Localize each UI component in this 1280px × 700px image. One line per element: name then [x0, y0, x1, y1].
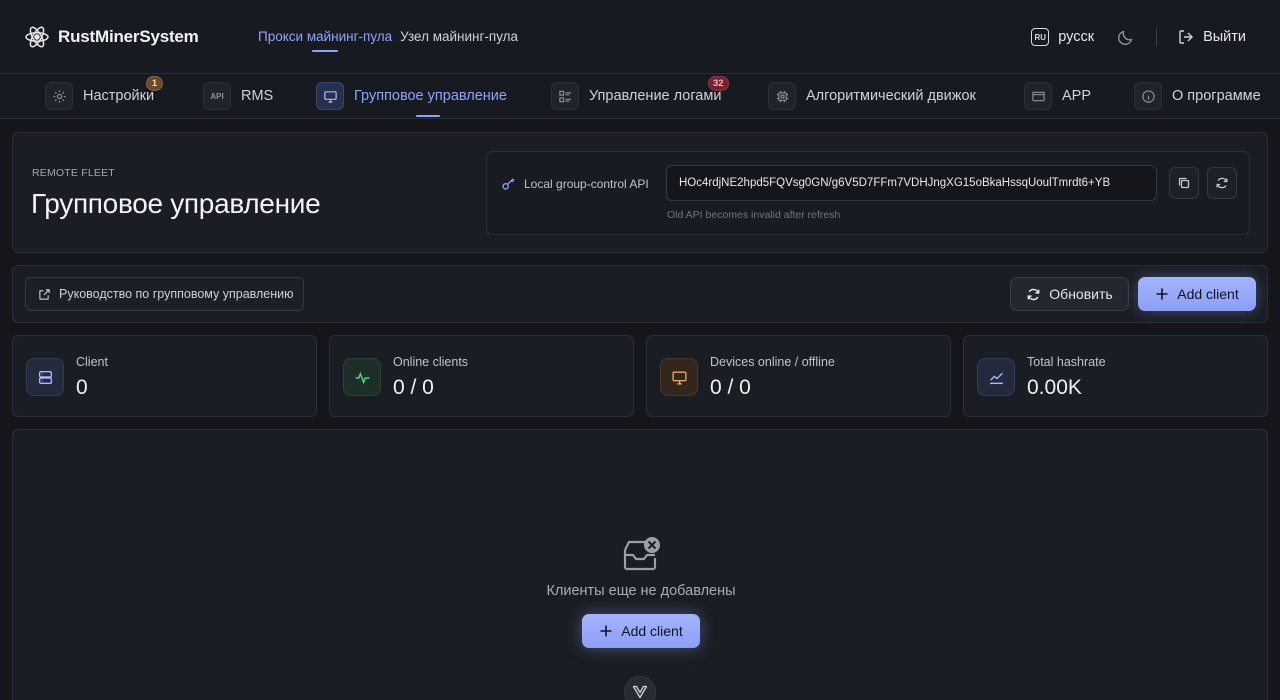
- api-key-field[interactable]: HOc4rdjNE2hpd5FQVsg0GN/g6V5D7FFm7VDHJngX…: [666, 165, 1157, 201]
- tab-about-label: О программе: [1172, 88, 1261, 104]
- regenerate-api-button[interactable]: [1207, 167, 1237, 199]
- language-switcher[interactable]: RU русск: [1031, 28, 1094, 46]
- add-client-button[interactable]: Add client: [1138, 277, 1256, 311]
- tab-log-management-label: Управление логами: [589, 88, 722, 104]
- topnav-node[interactable]: Узел майнинг-пула: [400, 29, 518, 44]
- info-icon: [1134, 82, 1162, 110]
- stat-card-hashrate: Total hashrate 0.00K: [963, 335, 1268, 417]
- tab-settings[interactable]: Настройки 1: [45, 76, 163, 110]
- main-tab-bar: Настройки 1 API RMS Групповое управление…: [0, 74, 1280, 119]
- top-header: RustMinerSystem Прокси майнинг-пула Узел…: [0, 0, 1280, 74]
- empty-inbox-icon: [623, 537, 660, 571]
- logout-button[interactable]: Выйти: [1177, 28, 1246, 46]
- brand-name: RustMinerSystem: [58, 27, 199, 46]
- tab-about[interactable]: О программе: [1134, 82, 1261, 110]
- tab-settings-label: Настройки: [83, 88, 155, 104]
- active-tab-indicator: [416, 115, 440, 117]
- refresh-icon: [1027, 288, 1040, 300]
- api-key-panel: Local group-control API HOc4rdjNE2hpd5FQ…: [486, 151, 1250, 235]
- stat-label: Devices online / offline: [710, 355, 835, 369]
- stat-card-clients: Client 0: [12, 335, 317, 417]
- logs-badge: 32: [708, 76, 729, 91]
- moon-icon[interactable]: [1116, 27, 1136, 47]
- top-nav: Прокси майнинг-пула Узел майнинг-пула: [258, 29, 518, 44]
- stat-card-devices: Devices online / offline 0 / 0: [646, 335, 951, 417]
- stat-value: 0 / 0: [710, 376, 751, 399]
- stat-value: 0.00K: [1027, 376, 1082, 399]
- plus-icon: [600, 625, 612, 637]
- logout-label: Выйти: [1203, 29, 1246, 45]
- atom-icon: [25, 26, 49, 48]
- refresh-button[interactable]: Обновить: [1010, 277, 1129, 311]
- copy-api-button[interactable]: [1169, 167, 1199, 199]
- tab-group-control[interactable]: Групповое управление: [316, 82, 507, 117]
- add-client-label: Add client: [1177, 286, 1239, 302]
- tab-rms[interactable]: API RMS: [203, 82, 273, 110]
- page-title: Групповое управление: [31, 188, 321, 219]
- guide-label: Руководство по групповому управлению: [59, 287, 294, 301]
- page-eyebrow: REMOTE FLEET: [32, 167, 115, 179]
- window-icon: [1024, 82, 1052, 110]
- group-control-header-card: REMOTE FLEET Групповое управление Local …: [12, 132, 1268, 253]
- activity-icon: [343, 358, 381, 396]
- devtools-toggle-button[interactable]: [624, 676, 656, 700]
- stat-label: Online clients: [393, 355, 469, 369]
- api-key-label: Local group-control API: [501, 176, 649, 191]
- copy-icon: [1178, 177, 1190, 189]
- api-icon: API: [203, 82, 231, 110]
- chip-icon: [768, 82, 796, 110]
- vue-logo-icon: [632, 685, 648, 699]
- stat-value: 0: [76, 376, 88, 399]
- tab-rms-label: RMS: [241, 88, 274, 104]
- topnav-proxy[interactable]: Прокси майнинг-пула: [258, 29, 392, 44]
- tab-app-label: APP: [1062, 88, 1092, 104]
- api-key-label-text: Local group-control API: [524, 176, 649, 191]
- clients-empty-state: Клиенты еще не добавлены Add client: [12, 429, 1268, 700]
- logout-icon: [1179, 30, 1194, 44]
- refresh-label: Обновить: [1049, 286, 1113, 302]
- tab-app[interactable]: APP: [1024, 82, 1091, 110]
- tab-log-management[interactable]: Управление логами 32: [551, 76, 729, 110]
- tab-group-control-label: Групповое управление: [354, 88, 507, 104]
- brand-logo[interactable]: RustMinerSystem: [24, 24, 199, 50]
- group-control-guide-link[interactable]: Руководство по групповому управлению: [25, 277, 304, 311]
- stat-label: Total hashrate: [1027, 355, 1106, 369]
- stat-card-online-clients: Online clients 0 / 0: [329, 335, 634, 417]
- server-icon: [26, 358, 64, 396]
- monitor-icon: [660, 358, 698, 396]
- settings-badge: 1: [146, 76, 163, 91]
- language-label: русск: [1058, 29, 1095, 45]
- refresh-icon: [1216, 177, 1228, 189]
- tab-algorithm-engine[interactable]: Алгоритмический движок: [768, 82, 976, 110]
- plus-icon: [1156, 288, 1168, 300]
- empty-add-client-label: Add client: [621, 623, 683, 639]
- list-icon: [551, 82, 579, 110]
- stat-value: 0 / 0: [393, 376, 434, 399]
- header-divider: [1156, 28, 1158, 46]
- empty-state-message: Клиенты еще не добавлены: [546, 583, 736, 599]
- external-link-icon: [39, 288, 50, 300]
- actions-bar: Руководство по групповому управлению Обн…: [12, 265, 1268, 323]
- gear-icon: [45, 82, 73, 110]
- monitor-icon: [316, 82, 344, 110]
- empty-add-client-button[interactable]: Add client: [582, 614, 700, 648]
- header-tools: RU русск Выйти: [1031, 26, 1246, 48]
- stat-label: Client: [76, 355, 108, 369]
- chart-icon: [977, 358, 1015, 396]
- tab-algorithm-engine-label: Алгоритмический движок: [806, 88, 976, 104]
- key-icon: [502, 178, 515, 190]
- api-key-hint: Old API becomes invalid after refresh: [667, 209, 841, 221]
- language-icon: RU: [1031, 28, 1050, 46]
